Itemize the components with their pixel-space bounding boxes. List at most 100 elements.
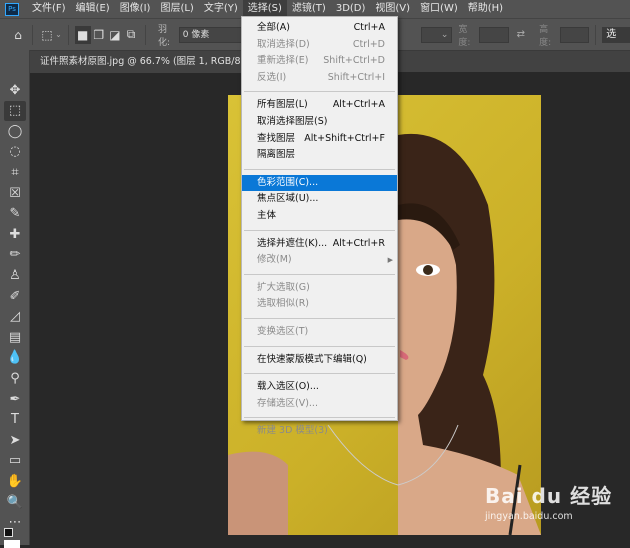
pen-icon[interactable]: ✒	[4, 389, 26, 409]
menu-item-label: 存储选区(V)...	[257, 397, 318, 409]
type-icon[interactable]: T	[4, 410, 26, 430]
select-and-mask-button[interactable]: 选	[602, 26, 630, 43]
move-icon[interactable]: ✥	[4, 80, 26, 100]
menu-item[interactable]: 查找图层 Alt+Shift+Ctrl+F	[242, 131, 397, 148]
lasso-icon[interactable]: ◯	[4, 121, 26, 141]
menu-item[interactable]: 变换选区(T)	[242, 324, 397, 341]
menu-9[interactable]: 窗口(W)	[415, 0, 463, 18]
marquee-icon[interactable]: ⬚	[4, 100, 26, 121]
feather-label: 羽化:	[157, 24, 170, 48]
path-select-icon[interactable]: ➤	[4, 430, 26, 450]
submenu-arrow-icon: ▶	[387, 256, 393, 265]
marquee-preset-icon[interactable]: ⬚	[39, 26, 55, 44]
menu-item[interactable]: 选择并遮住(K)... Alt+Ctrl+R	[242, 236, 397, 253]
divider	[67, 24, 69, 45]
history-brush-icon[interactable]: ✐	[4, 286, 26, 306]
menu-item[interactable]: 主体	[242, 208, 397, 225]
menu-separator	[244, 229, 395, 231]
swap-icon[interactable]: ⇄	[517, 29, 525, 40]
menu-item[interactable]: 色彩范围(C)...	[242, 174, 397, 192]
menu-item[interactable]: 载入选区(O)...	[242, 379, 397, 396]
add-selection-icon[interactable]: ❐	[91, 26, 107, 44]
menu-item-label: 选取相似(R)	[257, 298, 310, 310]
zoom-icon[interactable]: 🔍	[4, 492, 26, 512]
divider	[595, 24, 597, 45]
crop-icon[interactable]: ⌗	[4, 162, 26, 182]
dodge-icon[interactable]: ⚲	[4, 368, 26, 388]
menu-10[interactable]: 帮助(H)	[463, 0, 508, 18]
menu-item-shortcut: Shift+Ctrl+I	[327, 71, 385, 83]
style-select[interactable]: ⌄	[421, 26, 453, 43]
menu-item-label: 所有图层(L)	[257, 99, 308, 111]
menu-item-label: 选择并遮住(K)...	[257, 237, 328, 249]
menu-0[interactable]: 文件(F)	[27, 0, 71, 18]
height-input[interactable]	[559, 26, 590, 43]
menu-item-label: 扩大选取(G)	[257, 281, 310, 293]
brush-icon[interactable]: ✏	[4, 245, 26, 265]
menu-item[interactable]: 取消选择(D) Ctrl+D	[242, 37, 397, 54]
menu-separator	[244, 91, 395, 93]
menu-item-label: 焦点区域(U)...	[257, 193, 319, 205]
new-selection-icon[interactable]: ■	[74, 25, 91, 44]
eyedropper-icon[interactable]: ✎	[4, 204, 26, 224]
menu-item-label: 修改(M)	[257, 254, 292, 266]
menu-item[interactable]: 存储选区(V)...	[242, 396, 397, 413]
menu-item-shortcut: Ctrl+D	[352, 38, 385, 50]
menu-separator	[244, 417, 395, 419]
foreground-color-swatch[interactable]	[4, 528, 13, 537]
menu-3[interactable]: 图层(L)	[155, 0, 198, 18]
menu-item[interactable]: 全部(A) Ctrl+A	[242, 20, 397, 37]
width-input[interactable]	[479, 26, 509, 43]
menu-separator	[244, 317, 395, 319]
menu-item[interactable]: 修改(M) ▶	[242, 252, 397, 269]
menu-item[interactable]: 所有图层(L) Alt+Ctrl+A	[242, 97, 397, 114]
menu-item[interactable]: 选取相似(R)	[242, 296, 397, 313]
background-color-swatch[interactable]	[4, 540, 20, 548]
menu-item-shortcut: Ctrl+A	[353, 22, 385, 33]
chevron-down-icon[interactable]: ⌄	[55, 30, 62, 39]
menu-item[interactable]: 扩大选取(G)	[242, 280, 397, 297]
menu-item[interactable]: 取消选择图层(S)	[242, 114, 397, 131]
menu-2[interactable]: 图像(I)	[115, 0, 156, 18]
menu-separator	[244, 345, 395, 347]
intersect-selection-icon[interactable]: ⧉	[123, 26, 139, 44]
menu-item-shortcut: Alt+Shift+Ctrl+F	[304, 132, 385, 144]
menu-separator	[244, 373, 395, 375]
height-label: 高度:	[539, 24, 552, 48]
menu-item-label: 重新选择(E)	[257, 55, 309, 67]
gradient-icon[interactable]: ▤	[4, 327, 26, 347]
menu-separator	[244, 273, 395, 275]
menu-item[interactable]: 重新选择(E) Shift+Ctrl+D	[242, 53, 397, 70]
menu-item-label: 在快速蒙版模式下编辑(Q)	[257, 353, 367, 365]
menu-item-label: 新建 3D 模型(3)	[257, 425, 328, 437]
menu-item-label: 变换选区(T)	[257, 325, 309, 337]
frame-icon[interactable]: ☒	[4, 183, 26, 203]
menu-item[interactable]: 在快速蒙版模式下编辑(Q)	[242, 352, 397, 369]
menu-1[interactable]: 编辑(E)	[71, 0, 115, 18]
feather-input[interactable]: 0 像素	[178, 26, 243, 43]
hand-icon[interactable]: ✋	[4, 471, 26, 491]
menu-item[interactable]: 焦点区域(U)...	[242, 191, 397, 208]
menu-item[interactable]: 新建 3D 模型(3)	[242, 423, 397, 440]
blur-icon[interactable]: 💧	[4, 348, 26, 368]
menu-item[interactable]: 反选(I) Shift+Ctrl+I	[242, 70, 397, 87]
menu-item[interactable]: 隔离图层	[242, 147, 397, 164]
rectangle-icon[interactable]: ▭	[4, 451, 26, 471]
quick-select-icon[interactable]: ◌	[4, 142, 26, 162]
select-menu-dropdown: 全部(A) Ctrl+A 取消选择(D) Ctrl+D 重新选择(E) Shift+Ctr…	[241, 16, 398, 436]
menu-item-label: 反选(I)	[257, 71, 287, 83]
home-icon[interactable]: ⌂	[10, 26, 26, 44]
photoshop-logo: Ps	[5, 2, 19, 16]
menu-item-label: 主体	[257, 209, 277, 221]
menu-item-label: 取消选择(D)	[257, 38, 310, 50]
healing-icon[interactable]: ✚	[4, 224, 26, 244]
subtract-selection-icon[interactable]: ◪	[107, 26, 123, 44]
menu-item-label: 查找图层	[257, 132, 296, 144]
divider	[145, 24, 146, 45]
watermark-brand: Bai du 经验	[485, 484, 613, 508]
menu-4[interactable]: 文字(Y)	[199, 0, 243, 18]
stamp-icon[interactable]: ♙	[4, 265, 26, 285]
menu-item-label: 取消选择图层(S)	[257, 115, 328, 127]
baidu-watermark: Bai du 经验 jingyan.baidu.com	[485, 480, 612, 522]
eraser-icon[interactable]: ◿	[4, 307, 26, 327]
